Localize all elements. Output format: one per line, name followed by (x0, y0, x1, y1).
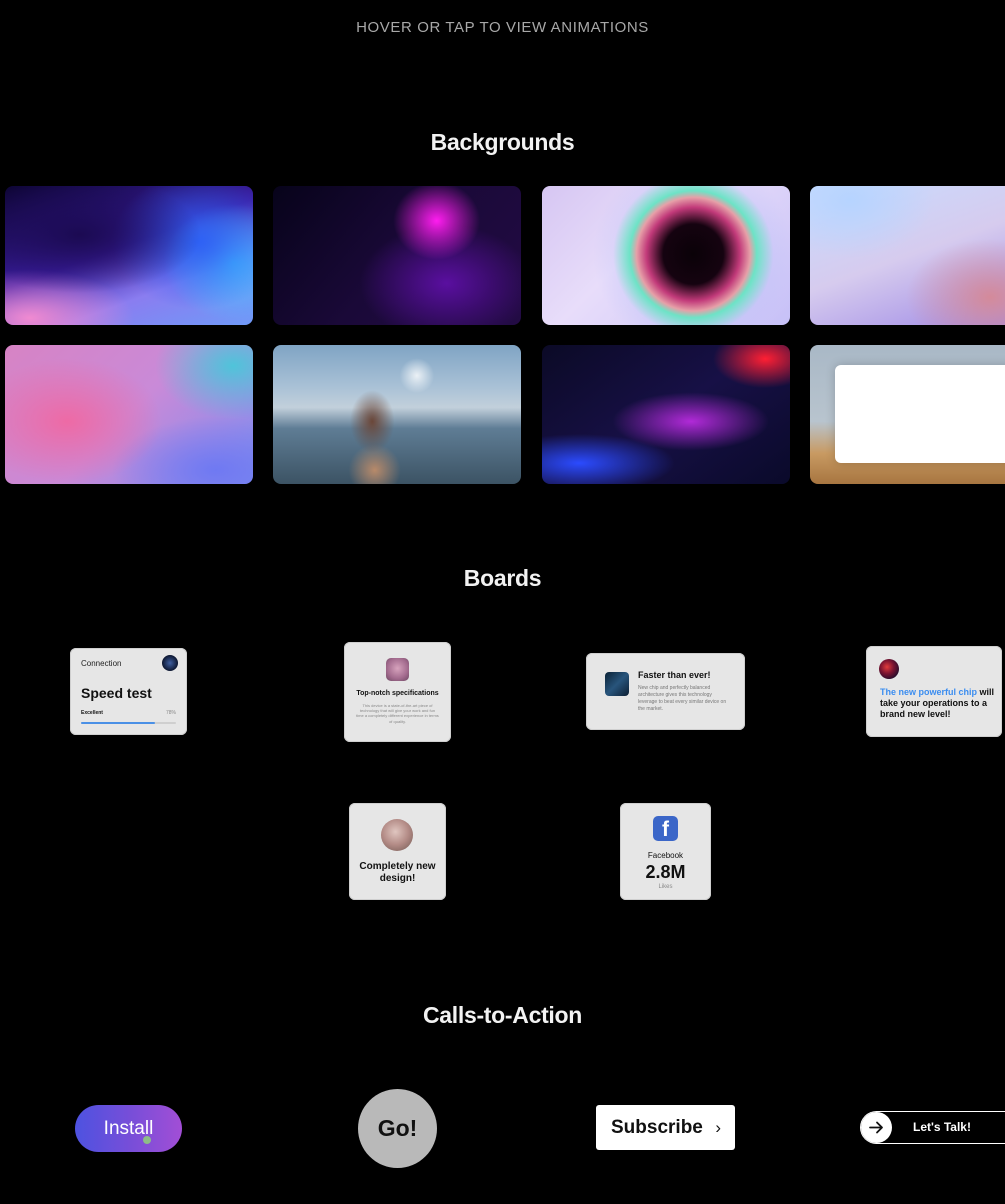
background-tile-red-blue-streak[interactable] (542, 345, 790, 484)
subscribe-button[interactable]: Subscribe › (596, 1105, 735, 1150)
facebook-unit: Likes (658, 884, 673, 890)
section-title-ctas: Calls-to-Action (422, 1002, 583, 1028)
lets-talk-label: Let's Talk! (913, 1120, 971, 1134)
board-new-design[interactable]: Completely new design! (349, 803, 446, 900)
background-tile-dark-ring[interactable] (542, 186, 790, 325)
background-tile-desert-window[interactable] (810, 345, 1005, 484)
specs-description: This device is a state-of-the-art piece … (356, 703, 439, 724)
window-overlay (835, 365, 1005, 463)
speed-progress-fill (81, 722, 156, 724)
board-faster[interactable]: Faster than ever! New chip and perfectly… (586, 653, 745, 730)
facebook-icon: f (653, 816, 678, 841)
background-tile-pink-gradient[interactable] (5, 345, 253, 484)
section-title-boards: Boards (463, 565, 542, 591)
board-new-chip[interactable]: The new powerful chip will take your ope… (866, 646, 1002, 737)
arrow-right-icon (861, 1112, 892, 1143)
avatar (879, 659, 899, 679)
speed-quality: Excellent (81, 710, 103, 716)
subscribe-label: Subscribe (611, 1117, 703, 1138)
lets-talk-button[interactable]: Let's Talk! (860, 1111, 1005, 1144)
facebook-count: 2.8M (645, 862, 686, 882)
background-tile-magenta-glow[interactable] (273, 186, 521, 325)
chip-text: The new powerful chip will take your ope… (880, 687, 998, 720)
faster-title: Faster than ever! (638, 670, 711, 680)
avatar (162, 655, 178, 671)
chevron-right-icon: › (715, 1118, 721, 1137)
speed-progress-track (81, 722, 176, 724)
board-speed-test[interactable]: Connection Speed test Excellent 78% (70, 648, 187, 735)
background-tile-blue-wave[interactable] (5, 186, 253, 325)
speed-test-title: Speed test (81, 685, 152, 701)
chip-thumbnail (605, 672, 629, 696)
board-facebook[interactable]: f Facebook 2.8M Likes (620, 803, 711, 900)
go-button[interactable]: Go! (358, 1089, 437, 1168)
cursor-dot-icon (143, 1136, 151, 1144)
hover-hint: HOVER OR TAP TO VIEW ANIMATIONS (356, 19, 649, 36)
background-tile-blurred-photo[interactable] (273, 345, 521, 484)
background-tile-pastel[interactable] (810, 186, 1005, 325)
faster-description: New chip and perfectly balanced architec… (638, 685, 727, 712)
facebook-name: Facebook (647, 851, 684, 860)
section-title-backgrounds: Backgrounds (430, 129, 575, 155)
install-button[interactable]: Install (75, 1105, 182, 1152)
board-specifications[interactable]: Top-notch specifications This device is … (344, 642, 451, 742)
device-thumbnail (386, 658, 409, 681)
go-label: Go! (377, 1115, 418, 1141)
design-thumbnail (381, 819, 413, 851)
specs-title: Top-notch specifications (356, 690, 439, 697)
speed-percent: 78% (165, 710, 176, 716)
chip-accent-text: The new powerful chip (880, 687, 978, 697)
design-title: Completely new design! (359, 861, 436, 884)
speed-test-label: Connection (81, 659, 122, 668)
